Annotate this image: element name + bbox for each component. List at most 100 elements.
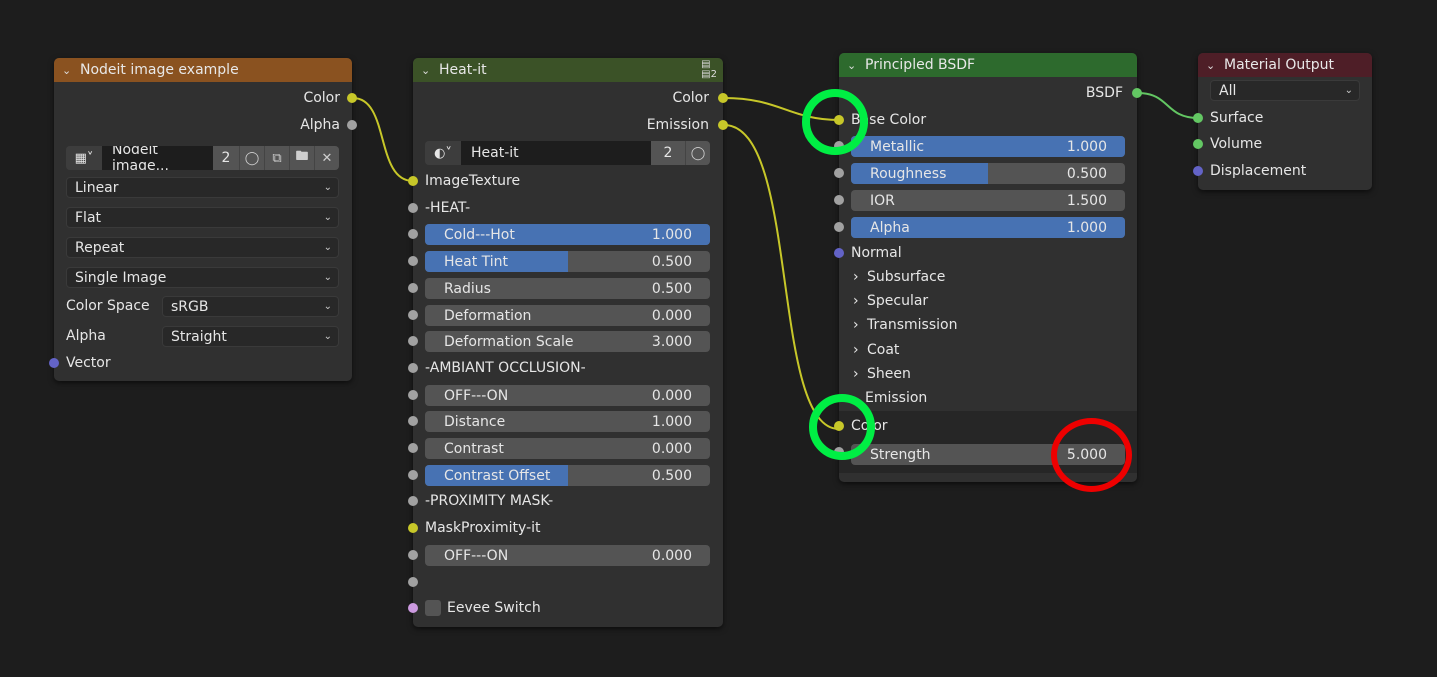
eevee-switch-checkbox[interactable] xyxy=(425,600,441,616)
socket-color-output[interactable] xyxy=(718,93,728,103)
panel-transmission-header[interactable]: › Transmission xyxy=(839,313,1137,337)
input-socket[interactable] xyxy=(408,390,418,400)
node-tree-icon[interactable]: ◐˅ xyxy=(425,141,461,165)
socket-label: Emission xyxy=(646,117,709,133)
annotation-circle-base-color xyxy=(802,89,868,155)
input-socket[interactable] xyxy=(408,416,418,426)
panel-emission-header[interactable]: ⌄ Emission xyxy=(839,386,1137,410)
node-heat-it-group[interactable]: ⌄ Heat-it ▤ ▤2 Color Emission ◐˅ Heat-it … xyxy=(408,58,728,627)
value-slider[interactable]: Contrast Offset 0.500 xyxy=(425,465,710,486)
value-slider[interactable]: OFF---ON 0.000 xyxy=(425,385,710,406)
node-group-name-field[interactable]: Heat-it xyxy=(461,141,651,165)
socket-alpha-output[interactable] xyxy=(347,120,357,130)
target-dropdown[interactable]: All ⌄ xyxy=(1210,80,1360,101)
heat-row-slider: Cold---Hot 1.000 xyxy=(408,222,723,246)
value-slider[interactable]: Roughness 0.500 xyxy=(851,163,1125,184)
node-header[interactable]: ⌄ Heat-it ▤ ▤2 xyxy=(413,58,723,82)
socket-vector-input[interactable] xyxy=(49,358,59,368)
panel-sheen-header[interactable]: › Sheen xyxy=(839,362,1137,386)
heat-row-slider: Deformation Scale 3.000 xyxy=(408,329,723,353)
input-socket[interactable] xyxy=(408,577,418,587)
user-count[interactable]: 2 xyxy=(651,141,685,165)
input-socket[interactable] xyxy=(408,603,418,613)
input-socket[interactable] xyxy=(408,229,418,239)
slider-label: OFF---ON xyxy=(444,547,509,564)
node-header[interactable]: ⌄ Principled BSDF xyxy=(839,53,1137,77)
input-socket[interactable] xyxy=(408,496,418,506)
output-alpha: Alpha xyxy=(54,113,357,137)
socket-bsdf-output[interactable] xyxy=(1132,88,1142,98)
socket-volume-input[interactable] xyxy=(1193,139,1203,149)
socket-normal-input[interactable] xyxy=(834,248,844,258)
value-slider[interactable]: Contrast 0.000 xyxy=(425,438,710,459)
fake-user-shield-icon[interactable]: ◯ xyxy=(239,146,264,170)
value-slider[interactable]: Distance 1.000 xyxy=(425,411,710,432)
duplicate-icon[interactable]: ⧉ xyxy=(264,146,289,170)
value-slider[interactable]: Deformation Scale 3.000 xyxy=(425,331,710,352)
color-space-dropdown[interactable]: sRGB ⌄ xyxy=(162,296,339,317)
chevron-right-icon: › xyxy=(853,293,859,310)
open-folder-icon[interactable]: 🖿 xyxy=(289,146,314,170)
slider-label: Metallic xyxy=(870,138,925,155)
node-header[interactable]: ⌄ Material Output xyxy=(1198,53,1372,77)
collapse-chevron-icon[interactable]: ⌄ xyxy=(62,64,80,77)
socket-surface-input[interactable] xyxy=(1193,113,1203,123)
input-socket[interactable] xyxy=(408,310,418,320)
node-title: Principled BSDF xyxy=(865,57,976,73)
input-socket[interactable] xyxy=(408,336,418,346)
source-dropdown[interactable]: Single Image ⌄ xyxy=(66,267,339,288)
interpolation-dropdown[interactable]: Linear ⌄ xyxy=(66,177,339,198)
value-slider[interactable]: Metallic 1.000 xyxy=(851,136,1125,157)
user-count[interactable]: 2 xyxy=(213,146,239,170)
heat-row-checkbox: Eevee Switch xyxy=(408,596,723,620)
panel-specular-header[interactable]: › Specular xyxy=(839,289,1137,313)
value-slider[interactable]: Alpha 1.000 xyxy=(851,217,1125,238)
collapse-chevron-icon[interactable]: ⌄ xyxy=(421,64,439,77)
input-socket[interactable] xyxy=(408,363,418,373)
node-header[interactable]: ⌄ Nodeit image example xyxy=(54,58,352,82)
socket-emission-output[interactable] xyxy=(718,120,728,130)
socket-displacement-input[interactable] xyxy=(1193,166,1203,176)
fake-user-shield-icon[interactable]: ◯ xyxy=(685,141,710,165)
unlink-x-icon[interactable]: ✕ xyxy=(314,146,339,170)
input-socket[interactable] xyxy=(408,550,418,560)
input-socket[interactable] xyxy=(834,195,844,205)
slider-label: IOR xyxy=(870,192,895,209)
projection-dropdown[interactable]: Flat ⌄ xyxy=(66,207,339,228)
panel-label: Specular xyxy=(867,293,929,310)
value-slider[interactable]: Cold---Hot 1.000 xyxy=(425,224,710,245)
socket-color-output[interactable] xyxy=(347,93,357,103)
value-slider[interactable]: Deformation 0.000 xyxy=(425,305,710,326)
panel-label: Sheen xyxy=(867,365,911,382)
input-socket[interactable] xyxy=(408,203,418,213)
node-material-output[interactable]: ⌄ Material Output All ⌄ Surface Volume Di… xyxy=(1193,53,1372,190)
input-socket[interactable] xyxy=(834,168,844,178)
alpha-mode-label: Alpha xyxy=(66,328,106,344)
panel-subsurface-header[interactable]: › Subsurface xyxy=(839,265,1137,289)
input-socket[interactable] xyxy=(834,222,844,232)
value-slider[interactable]: Radius 0.500 xyxy=(425,278,710,299)
image-name-field[interactable]: Nodeit image... xyxy=(102,146,213,170)
chevron-down-icon: ⌄ xyxy=(323,272,332,283)
panel-coat-header[interactable]: › Coat xyxy=(839,338,1137,362)
checkbox-label: Eevee Switch xyxy=(447,600,541,616)
value-slider[interactable]: Heat Tint 0.500 xyxy=(425,251,710,272)
slider-label: Radius xyxy=(444,280,491,297)
input-socket[interactable] xyxy=(408,256,418,266)
input-socket[interactable] xyxy=(408,470,418,480)
value-slider[interactable]: OFF---ON 0.000 xyxy=(425,545,710,566)
image-icon[interactable]: ▦˅ xyxy=(66,146,102,170)
input-socket[interactable] xyxy=(408,176,418,186)
input-socket[interactable] xyxy=(408,283,418,293)
input-socket[interactable] xyxy=(408,443,418,453)
alpha-mode-dropdown[interactable]: Straight ⌄ xyxy=(162,326,339,347)
collapse-chevron-icon[interactable]: ⌄ xyxy=(1206,59,1224,72)
collapse-chevron-icon[interactable]: ⌄ xyxy=(847,59,865,72)
value-slider[interactable]: IOR 1.500 xyxy=(851,190,1125,211)
input-socket[interactable] xyxy=(408,523,418,533)
slider-value: 0.500 xyxy=(651,467,692,484)
node-image-texture[interactable]: ⌄ Nodeit image example Color Alpha ▦˅ No… xyxy=(49,58,357,381)
socket-label: BSDF xyxy=(1085,85,1123,101)
heat-row-slider: Contrast 0.000 xyxy=(408,436,723,460)
extension-dropdown[interactable]: Repeat ⌄ xyxy=(66,237,339,258)
